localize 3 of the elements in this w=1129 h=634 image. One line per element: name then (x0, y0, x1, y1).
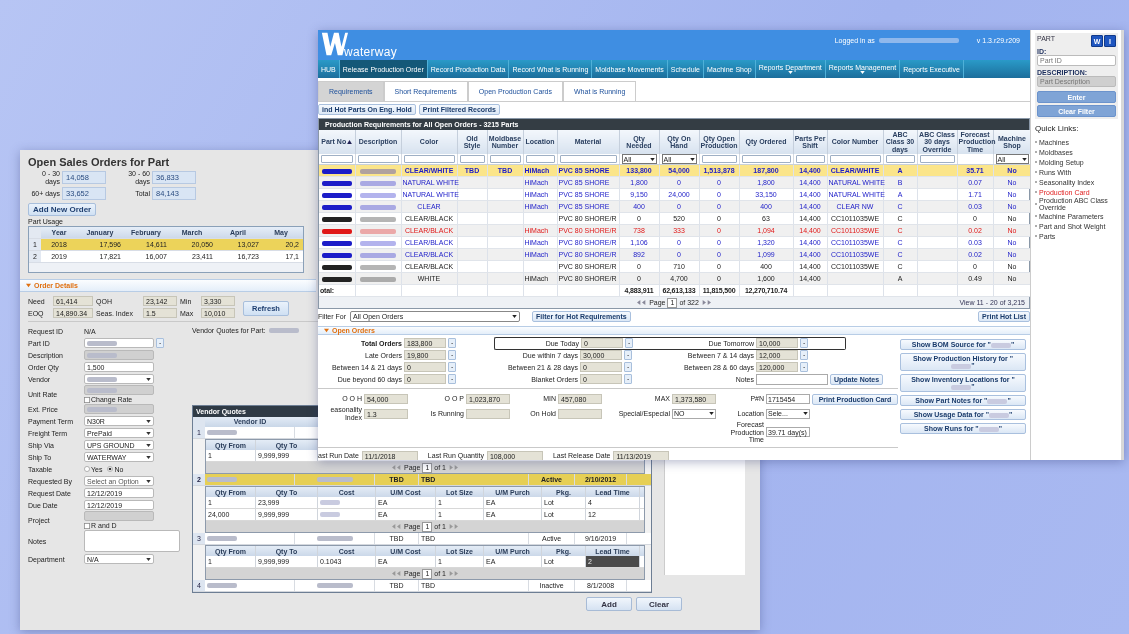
window-title: Open Sales Orders for Part (28, 156, 170, 168)
quick-links-title: Quick Links: (1035, 124, 1080, 133)
logo-text: waterway (344, 45, 398, 59)
